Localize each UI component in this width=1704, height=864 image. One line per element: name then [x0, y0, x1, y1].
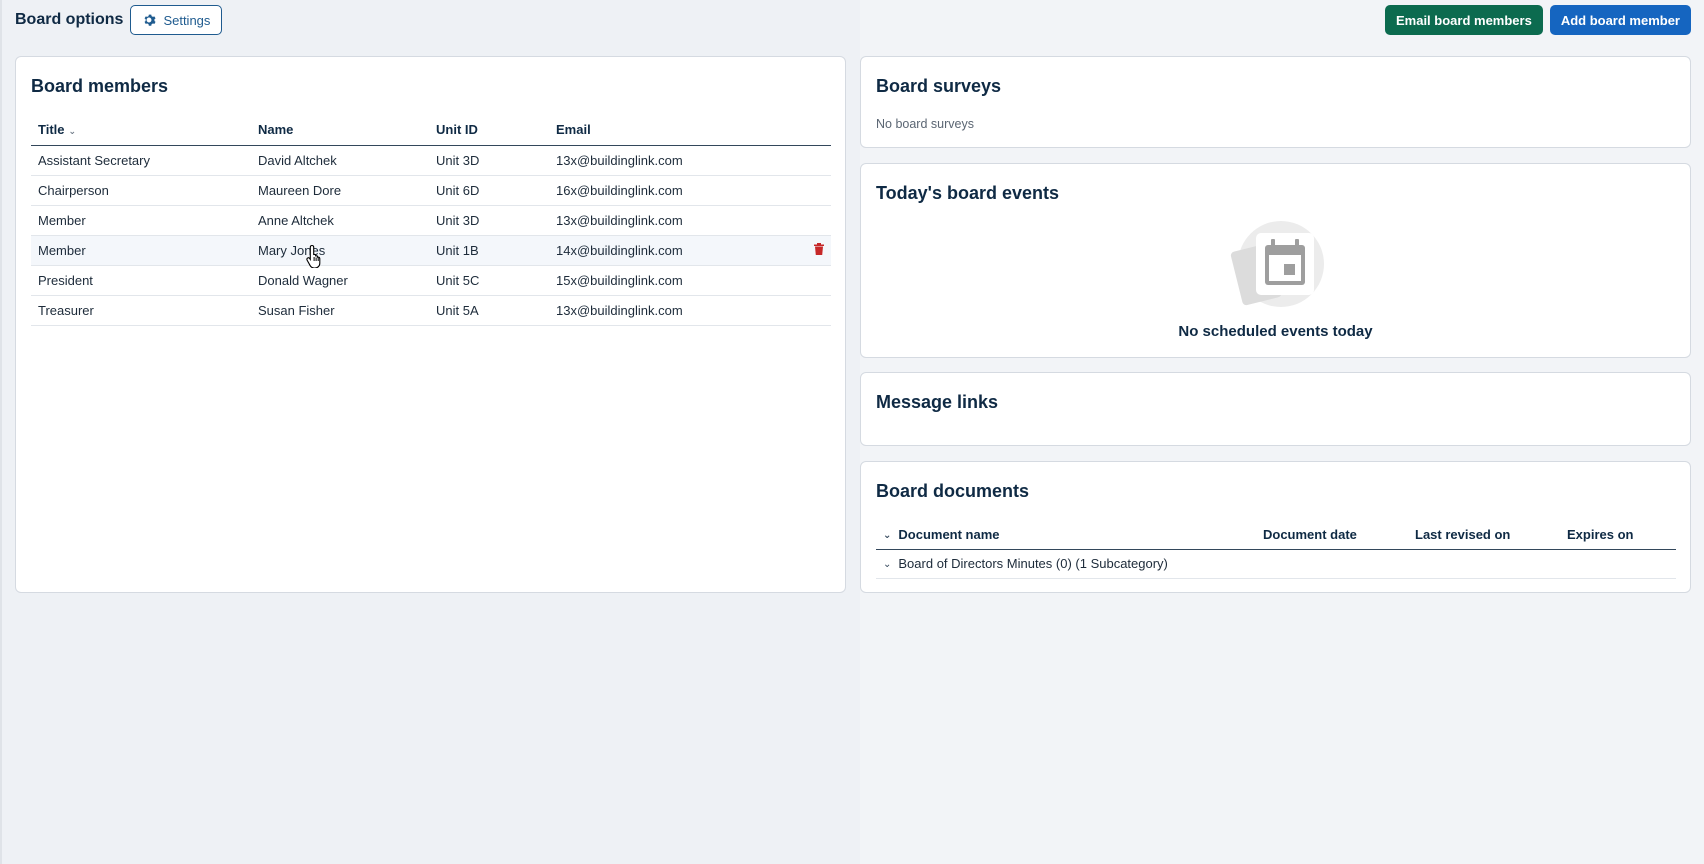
cell-title: President — [31, 265, 251, 296]
cell-email: 16x@buildinglink.com — [549, 175, 801, 206]
cell-name: Anne Altchek — [251, 205, 429, 236]
documents-header-row: ⌄ Document name Document date Last revise… — [876, 520, 1676, 550]
cell-actions — [801, 175, 831, 206]
cell-email: 15x@buildinglink.com — [549, 265, 801, 296]
cell-title: Chairperson — [31, 175, 251, 206]
board-members-card: Board members Title ⌄ Name Unit ID Email … — [15, 56, 846, 593]
message-links-title: Message links — [876, 392, 999, 412]
documents-table: ⌄ Document name Document date Last revise… — [876, 520, 1676, 579]
sort-chevron-icon: ⌄ — [68, 126, 77, 137]
cell-email: 14x@buildinglink.com — [549, 235, 801, 266]
cell-unit: Unit 3D — [429, 145, 549, 176]
cell-unit: Unit 3D — [429, 205, 549, 236]
cell-name: David Altchek — [251, 145, 429, 176]
cell-email: 13x@buildinglink.com — [549, 145, 801, 176]
chevron-down-icon[interactable]: ⌄ — [883, 559, 891, 570]
col-expires-on[interactable]: Expires on — [1560, 520, 1676, 550]
cell-actions — [801, 295, 831, 326]
cell-title: Assistant Secretary — [31, 145, 251, 176]
col-unit-id[interactable]: Unit ID — [429, 115, 549, 146]
cell-email: 13x@buildinglink.com — [549, 205, 801, 236]
cell-document-name: ⌄ Board of Directors Minutes (0) (1 Subca… — [876, 549, 1676, 579]
board-surveys-card: Board surveys No board surveys — [860, 56, 1691, 148]
cell-title: Member — [31, 205, 251, 236]
table-header-row: Title ⌄ Name Unit ID Email — [31, 115, 831, 146]
trash-icon[interactable] — [814, 242, 824, 255]
add-board-member-button[interactable]: Add board member — [1549, 5, 1691, 35]
cell-name: Donald Wagner — [251, 265, 429, 296]
cell-title: Member — [31, 235, 251, 266]
cell-name: Maureen Dore — [251, 175, 429, 206]
cell-actions — [801, 145, 831, 176]
page-edge — [0, 0, 2, 864]
settings-button[interactable]: Settings — [130, 5, 223, 35]
board-documents-title: Board documents — [876, 481, 1030, 501]
cell-unit: Unit 1B — [429, 235, 549, 266]
email-board-members-button[interactable]: Email board members — [1384, 5, 1543, 35]
page-title: Board options — [15, 11, 124, 28]
header-actions: Email board members Add board member — [1384, 5, 1691, 35]
top-bar: Board options Settings Email board membe… — [15, 5, 1691, 35]
cell-name: Mary Jones — [251, 235, 429, 266]
message-links-card: Message links — [860, 372, 1691, 446]
table-row[interactable]: Treasurer Susan Fisher Unit 5A 13x@build… — [31, 295, 831, 326]
board-members-title: Board members — [31, 76, 169, 96]
cell-unit: Unit 6D — [429, 175, 549, 206]
document-category-row[interactable]: ⌄ Board of Directors Minutes (0) (1 Subca… — [876, 549, 1676, 579]
table-row[interactable]: President Donald Wagner Unit 5C 15x@buil… — [31, 265, 831, 296]
col-last-revised[interactable]: Last revised on — [1408, 520, 1560, 550]
gear-icon — [144, 14, 156, 26]
col-email[interactable]: Email — [549, 115, 801, 146]
table-row[interactable]: Chairperson Maureen Dore Unit 6D 16x@bui… — [31, 175, 831, 206]
cell-actions — [801, 205, 831, 236]
table-row[interactable]: Member Anne Altchek Unit 3D 13x@building… — [31, 205, 831, 236]
settings-label: Settings — [163, 12, 211, 28]
cell-email: 13x@buildinglink.com — [549, 295, 801, 326]
cell-actions — [801, 235, 831, 266]
table-row-hovered[interactable]: Member Mary Jones Unit 1B 14x@buildingli… — [31, 235, 831, 266]
cell-unit: Unit 5C — [429, 265, 549, 296]
board-events-title: Today's board events — [876, 183, 1059, 203]
col-document-date[interactable]: Document date — [1256, 520, 1408, 550]
col-actions — [801, 115, 831, 146]
no-events-text: No scheduled events today — [1178, 323, 1373, 340]
table-row[interactable]: Assistant Secretary David Altchek Unit 3… — [31, 145, 831, 176]
board-surveys-title: Board surveys — [876, 76, 1002, 96]
hand-cursor-icon — [306, 244, 321, 268]
col-name[interactable]: Name — [251, 115, 429, 146]
no-surveys-text: No board surveys — [876, 117, 974, 131]
board-events-card: Today's board events No scheduled events… — [860, 163, 1691, 358]
cell-unit: Unit 5A — [429, 295, 549, 326]
cell-actions — [801, 265, 831, 296]
board-documents-card: Board documents ⌄ Document name Document … — [860, 461, 1691, 593]
cell-title: Treasurer — [31, 295, 251, 326]
calendar-icon — [1230, 221, 1324, 307]
col-document-name[interactable]: ⌄ Document name — [876, 520, 1256, 550]
col-title[interactable]: Title ⌄ — [31, 115, 251, 146]
board-members-table: Title ⌄ Name Unit ID Email Assistant Secr… — [31, 115, 831, 326]
chevron-down-icon[interactable]: ⌄ — [883, 530, 891, 541]
cell-name: Susan Fisher — [251, 295, 429, 326]
